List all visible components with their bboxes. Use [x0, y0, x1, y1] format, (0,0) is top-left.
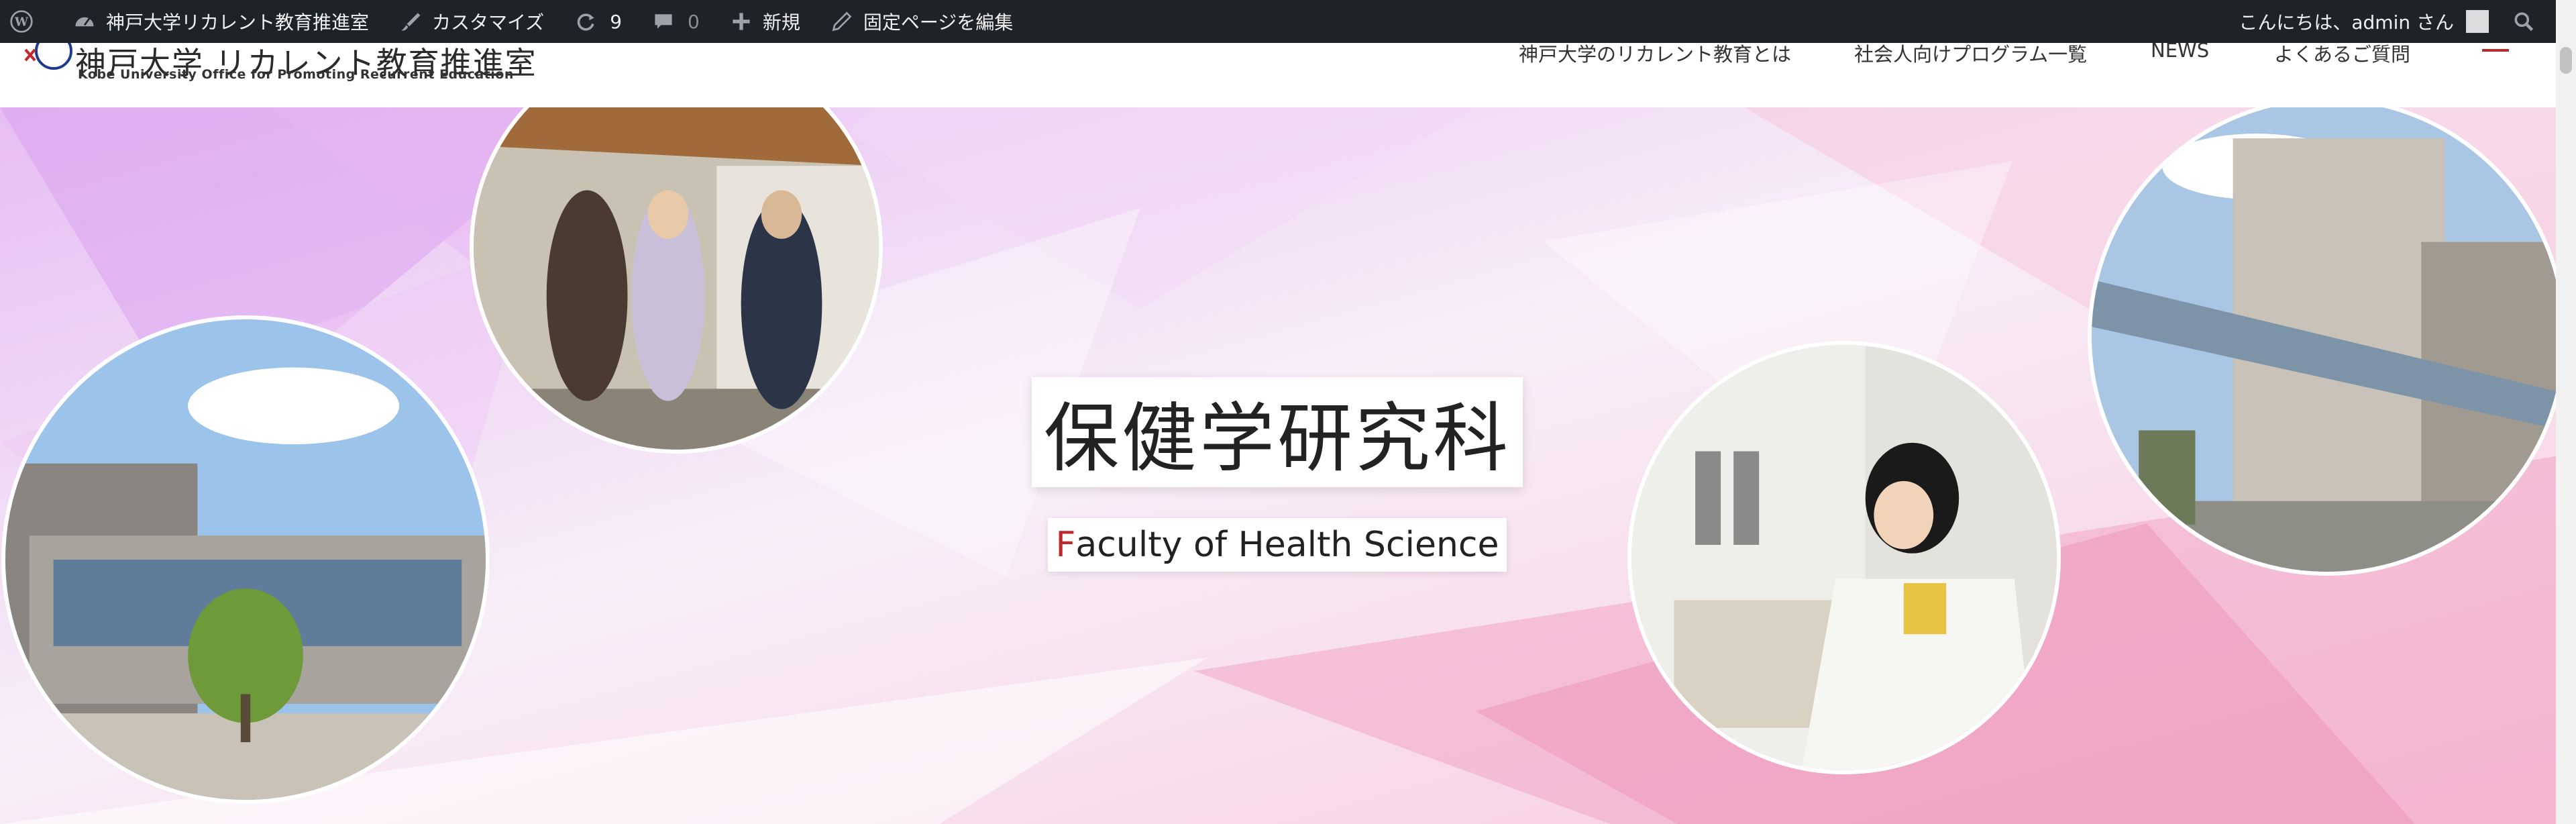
hero-banner: 保健学研究科 Faculty of Health Science — [0, 107, 2556, 824]
brush-icon — [401, 13, 421, 31]
wp-admin-bar: W 神戸大学リカレント教育推進室 カスタマイズ 9 0 新規 固定ページを編集 … — [0, 0, 2576, 43]
hero-subtitle: Faculty of Health Science — [1048, 518, 1507, 572]
edit-page-label: 固定ページを編集 — [863, 11, 1014, 34]
hero-subtitle-initial: F — [1055, 525, 1076, 565]
site-name-link[interactable]: 神戸大学リカレント教育推進室 — [58, 0, 384, 43]
page-scrollbar[interactable] — [2556, 0, 2576, 824]
dashboard-icon — [75, 17, 94, 27]
plus-icon — [733, 13, 750, 30]
wordpress-logo-button[interactable]: W — [0, 0, 58, 43]
svg-text:W: W — [14, 15, 29, 29]
my-account-link[interactable]: こんにちは、admin さん — [2224, 0, 2497, 43]
photo-lab-researcher — [1627, 341, 2061, 774]
greeting-label: こんにちは、admin さん — [2239, 11, 2454, 34]
new-content-link[interactable]: 新規 — [714, 0, 815, 43]
avatar — [2466, 10, 2489, 33]
comments-link[interactable]: 0 — [637, 0, 714, 43]
updates-link[interactable]: 9 — [559, 0, 637, 43]
customize-label: カスタマイズ — [432, 11, 545, 34]
search-icon — [2514, 12, 2534, 32]
photo-building-bridge-right — [2088, 107, 2556, 576]
updates-icon — [577, 13, 594, 31]
university-logo-icon[interactable] — [19, 39, 72, 81]
scrollbar-thumb[interactable] — [2560, 47, 2572, 74]
photo-campus-building-left — [1, 315, 490, 804]
site-name-label: 神戸大学リカレント教育推進室 — [106, 11, 370, 34]
edit-page-link[interactable]: 固定ページを編集 — [815, 0, 1028, 43]
nav-item-faq[interactable]: よくあるご質問 — [2274, 39, 2410, 67]
new-content-label: 新規 — [762, 11, 800, 34]
hero-title-text: 保健学研究科 — [1044, 395, 1511, 482]
hero-title: 保健学研究科 — [1032, 377, 1523, 487]
hero-subtitle-text: aculty of Health Science — [1075, 525, 1499, 565]
updates-count: 9 — [610, 10, 623, 33]
customize-link[interactable]: カスタマイズ — [384, 0, 559, 43]
comments-count: 0 — [688, 10, 700, 33]
nav-item-programs[interactable]: 社会人向けプログラム一覧 — [1854, 39, 2087, 67]
nav-item-about[interactable]: 神戸大学のリカレント教育とは — [1519, 39, 1791, 67]
site-header: 神戸大学 リカレント教育推進室 Kobe University Office f… — [0, 39, 2556, 107]
pencil-icon — [832, 11, 852, 32]
logo-subtitle: Kobe University Office for Promoting Rec… — [78, 67, 514, 82]
comment-icon — [655, 14, 672, 29]
menu-icon[interactable] — [2482, 40, 2509, 64]
wordpress-icon: W — [10, 10, 33, 33]
